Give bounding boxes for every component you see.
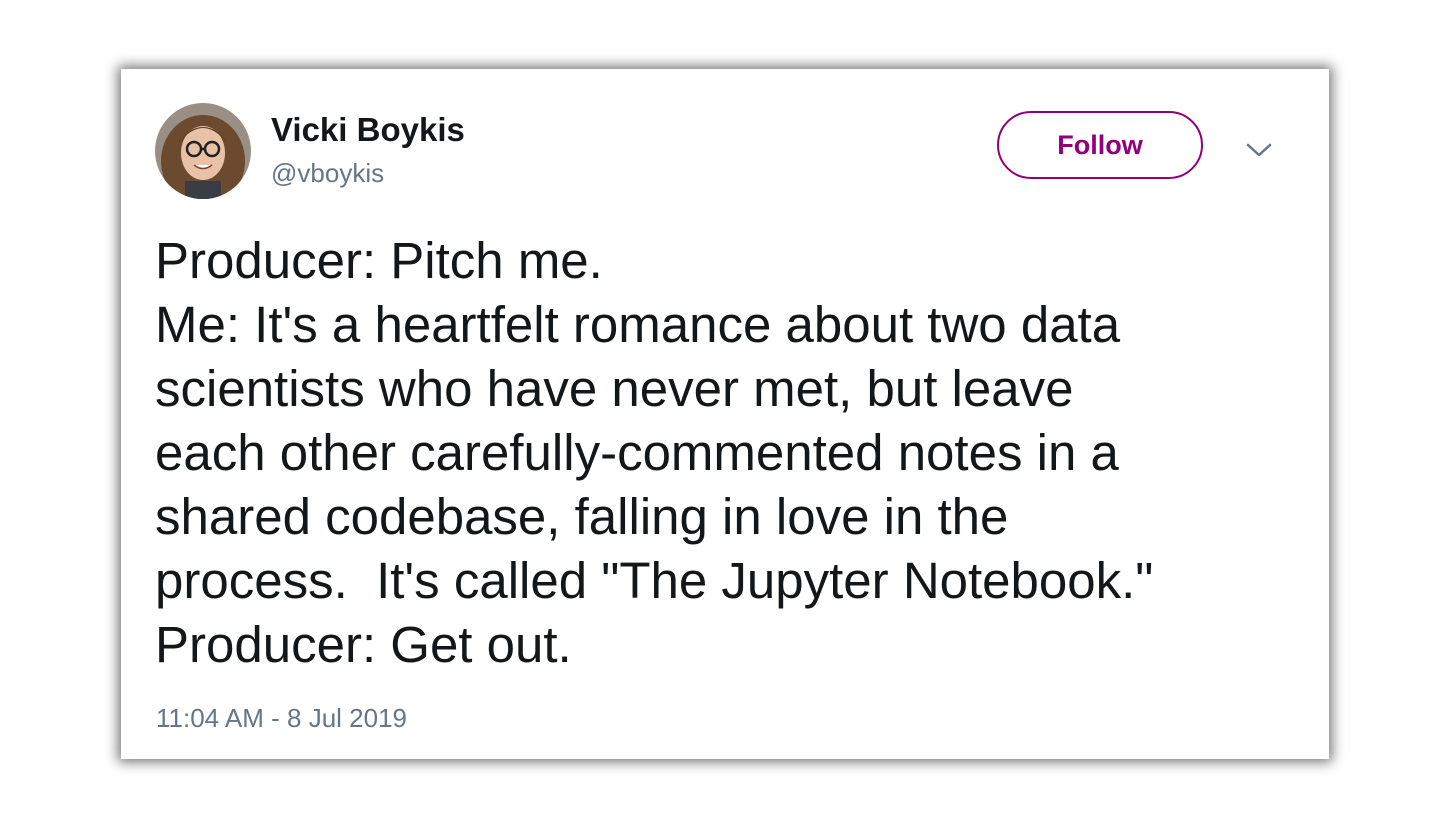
tweet-text-line: Producer: Pitch me. [155, 232, 603, 289]
avatar-photo-icon [155, 103, 251, 199]
tweet-text-line: each other carefully-commented notes in … [155, 424, 1119, 481]
tweet-timestamp[interactable]: 11:04 AM - 8 Jul 2019 [156, 703, 407, 734]
tweet-text-line: Producer: Get out. [155, 616, 572, 673]
tweet-text: Producer: Pitch me. Me: It's a heartfelt… [155, 229, 1305, 677]
tweet-text-line: scientists who have never met, but leave [155, 360, 1074, 417]
tweet-text-line: Me: It's a heartfelt romance about two d… [155, 296, 1121, 353]
tweet-text-line: shared codebase, falling in love in the [155, 488, 1009, 545]
author-handle[interactable]: @vboykis [271, 158, 384, 189]
author-name[interactable]: Vicki Boykis [271, 111, 465, 149]
tweet-text-line: process. It's called "The Jupyter Notebo… [155, 552, 1154, 609]
tweet-card: Vicki Boykis @vboykis Follow Producer: P… [121, 69, 1329, 759]
follow-button[interactable]: Follow [997, 111, 1203, 179]
chevron-down-icon[interactable] [1241, 135, 1277, 165]
avatar[interactable] [155, 103, 251, 199]
